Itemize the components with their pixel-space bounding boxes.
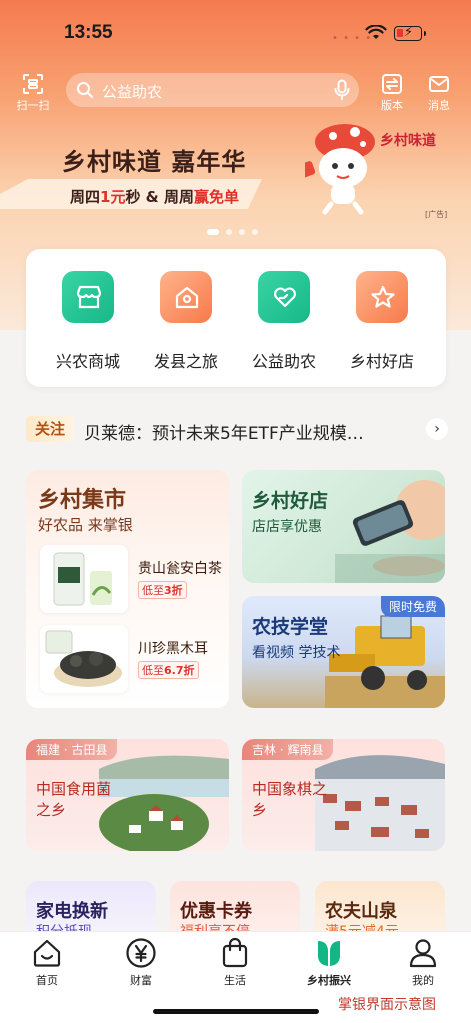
tech-card-subtitle: 看视频 学技术 xyxy=(252,645,341,661)
region-name: 中国食用菌之乡 xyxy=(36,780,112,819)
tab-label: 生活 xyxy=(224,974,246,987)
house-icon xyxy=(175,286,199,309)
tab-label: 首页 xyxy=(36,974,58,987)
region-location: 吉林 · 辉南县 xyxy=(242,739,334,760)
region-name: 中国象棋之乡 xyxy=(252,780,328,819)
promo-title: 农夫山泉 xyxy=(325,901,397,922)
tab-label: 财富 xyxy=(130,974,152,987)
news-ticker[interactable]: 关注 贝莱德：预计未来5年ETF产业规模… › xyxy=(26,416,448,444)
quick-menu-label: 乡村好店 xyxy=(349,352,414,371)
quick-menu-label: 兴农商城 xyxy=(55,352,120,371)
market-subtitle: 好农品 来掌银 xyxy=(38,516,133,534)
rural-icon xyxy=(318,941,340,966)
banner-title: 乡村味道 嘉年华 xyxy=(62,147,247,176)
rural-market-card[interactable]: 乡村集市 好农品 来掌银 贵山瓮安白茶 低至3折 川珍黑木耳 低至6.7折 xyxy=(26,470,229,708)
chevron-right-icon[interactable]: › xyxy=(426,418,448,440)
tab-mine[interactable]: 我的 xyxy=(393,937,453,988)
tab-home[interactable]: 首页 xyxy=(17,937,77,988)
banner-brand: 乡村味道 xyxy=(380,133,436,149)
black-fungus-icon xyxy=(45,630,122,687)
watermark-text: 掌银界面示意图 xyxy=(338,997,436,1013)
quick-menu-item-county-trip[interactable]: 发县之旅 xyxy=(136,271,236,372)
home-icon xyxy=(33,939,61,967)
message-button[interactable]: 消息 xyxy=(417,73,461,113)
ticker-tag: 关注 xyxy=(26,416,74,442)
banner-subtitle: 周四1元秒 & 周周赢免单 xyxy=(70,188,239,206)
phone-in-hand-illustration xyxy=(335,480,445,583)
tab-wealth[interactable]: 财富 xyxy=(111,937,171,988)
heart-hand-icon xyxy=(274,287,296,308)
ticker-text: 贝莱德：预计未来5年ETF产业规模… xyxy=(84,424,364,444)
version-switch-icon xyxy=(382,74,402,94)
status-bar: 13:55 • • • • ⚡ xyxy=(0,0,471,62)
limited-free-badge: 限时免费 xyxy=(380,596,445,617)
region-location: 福建 · 古田县 xyxy=(26,739,118,760)
shop-card-subtitle: 店店享优惠 xyxy=(252,519,322,535)
home-indicator[interactable] xyxy=(153,1009,319,1014)
bag-icon xyxy=(222,937,248,968)
version-label: 版本 xyxy=(381,99,403,112)
product-name: 川珍黑木耳 xyxy=(138,641,208,657)
scan-icon xyxy=(23,74,43,94)
version-button[interactable]: 版本 xyxy=(370,73,414,113)
region-card-gutian[interactable]: 福建 · 古田县 中国食用菌之乡 xyxy=(26,739,229,851)
microphone-icon[interactable] xyxy=(334,79,350,101)
quick-menu-card: 兴农商城 发县之旅 公益助农 乡村好店 xyxy=(26,249,446,387)
tea-package-icon xyxy=(53,552,112,606)
scan-button[interactable]: 扫一扫 xyxy=(11,73,55,113)
banner-pager xyxy=(207,229,258,235)
star-icon xyxy=(371,285,395,308)
snow-town-illustration xyxy=(315,755,445,851)
product-discount-badge: 低至6.7折 xyxy=(138,661,199,679)
shop-card-title: 乡村好店 xyxy=(252,490,329,512)
ad-tag: [广告] xyxy=(425,210,448,219)
quick-menu-item-mall[interactable]: 兴农商城 xyxy=(38,271,138,372)
tech-card-title: 农技学堂 xyxy=(252,616,329,638)
tab-rural-revitalization[interactable]: 乡村振兴 xyxy=(299,937,359,988)
battery-icon: ⚡ xyxy=(394,25,426,41)
yen-icon xyxy=(126,938,156,968)
product-discount-badge: 低至3折 xyxy=(138,581,187,599)
market-title: 乡村集市 xyxy=(38,488,127,513)
good-shop-card[interactable]: 乡村好店 店店享优惠 xyxy=(242,470,445,583)
message-label: 消息 xyxy=(428,99,450,112)
promo-title: 优惠卡券 xyxy=(180,901,252,922)
search-bar[interactable]: 公益助农 xyxy=(66,73,359,107)
status-time: 13:55 xyxy=(64,22,113,43)
tab-label: 我的 xyxy=(412,974,434,987)
person-icon xyxy=(409,939,437,968)
agri-tech-card[interactable]: 限时免费 农技学堂 看视频 学技术 xyxy=(242,596,445,708)
quick-menu-item-good-shop[interactable]: 乡村好店 xyxy=(332,271,432,372)
quick-menu-label: 公益助农 xyxy=(251,352,316,371)
mail-icon xyxy=(429,76,449,92)
product-image-tea[interactable] xyxy=(40,545,128,613)
search-icon xyxy=(77,82,93,98)
wifi-icon xyxy=(365,25,387,39)
region-card-huinan[interactable]: 吉林 · 辉南县 中国象棋之乡 xyxy=(242,739,445,851)
product-image-fungus[interactable] xyxy=(40,625,128,693)
tab-label: 乡村振兴 xyxy=(307,974,351,987)
store-icon xyxy=(76,285,102,309)
promo-title: 家电换新 xyxy=(36,901,108,922)
scan-label: 扫一扫 xyxy=(16,99,50,112)
search-placeholder: 公益助农 xyxy=(102,83,163,101)
product-name: 贵山瓮安白茶 xyxy=(138,561,222,577)
quick-menu-item-charity[interactable]: 公益助农 xyxy=(234,271,334,372)
village-lake-illustration xyxy=(99,755,229,851)
quick-menu-label: 发县之旅 xyxy=(153,352,218,371)
mushroom-mascot-icon xyxy=(305,124,375,215)
tab-life[interactable]: 生活 xyxy=(205,937,265,988)
